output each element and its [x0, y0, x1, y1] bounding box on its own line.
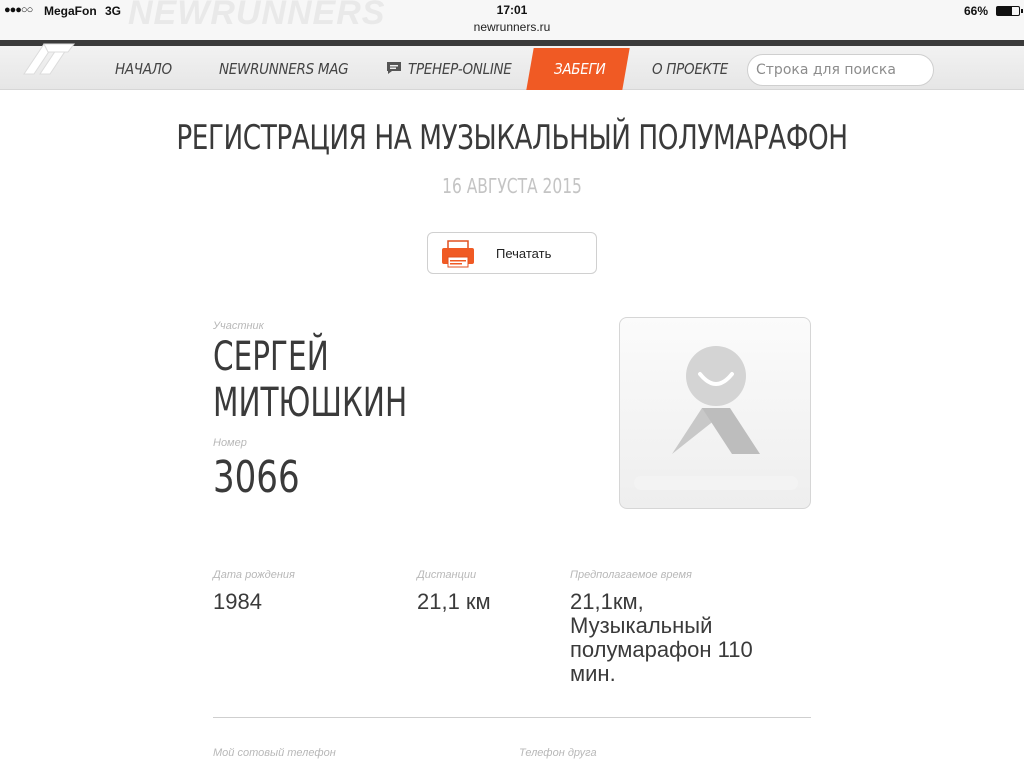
expected-time-line: Музыкальный	[570, 613, 713, 638]
nav-item-races[interactable]: Забеги	[554, 46, 606, 90]
chat-bubble-icon	[387, 61, 401, 74]
newrunners-logo-icon[interactable]	[18, 38, 78, 78]
bib-number: 3066	[213, 452, 300, 503]
print-button[interactable]: Печатать	[427, 232, 597, 274]
nav-item-newrunners-mag[interactable]: Newrunners mag	[219, 46, 349, 90]
nav-item-home[interactable]: Начало	[115, 46, 172, 90]
battery-icon	[996, 6, 1023, 16]
section-divider	[213, 717, 811, 718]
birth-date-label: Дата рождения	[213, 569, 295, 581]
expected-time-line: 21,1км,	[570, 589, 644, 614]
expected-time-label: Предполагаемое время	[570, 569, 692, 581]
printer-icon	[442, 240, 474, 268]
friend-phone-label: Телефон друга	[519, 747, 597, 759]
my-phone-label: Мой сотовый телефон	[213, 747, 336, 759]
avatar	[619, 317, 811, 509]
expected-time-value: 21,1км, Музыкальный полумарафон 110 мин.	[570, 590, 810, 686]
page-title: РЕГИСТРАЦИЯ НА МУЗЫКАЛЬНЫЙ ПОЛУМАРАФОН	[176, 118, 848, 158]
address-bar-url[interactable]: newrunners.ru	[0, 20, 1024, 34]
event-date: 16 АВГУСТА 2015	[442, 174, 582, 198]
expected-time-line: мин.	[570, 661, 616, 686]
avatar-placeholder-icon	[634, 346, 798, 490]
distance-label: Дистанции	[417, 569, 477, 581]
clock: 17:01	[496, 3, 528, 17]
nav-item-coach-online[interactable]: Тренер-online	[386, 46, 512, 90]
status-bar: NEWRUNNERS ●●●○○ MegaFon 3G 17:01 newrun…	[0, 0, 1024, 40]
nav-item-about[interactable]: О проекте	[652, 46, 728, 90]
participant-first-name: Сергей	[213, 334, 329, 380]
battery-percentage: 66%	[964, 4, 989, 18]
main-navigation: Начало Newrunners mag Тренер-online Забе…	[0, 43, 1024, 90]
battery-fill	[997, 7, 1012, 15]
print-button-label: Печатать	[496, 246, 552, 261]
participant-last-name: Митюшкин	[213, 380, 408, 426]
birth-date-value: 1984	[213, 589, 262, 614]
participant-name: Сергей Митюшкин	[213, 334, 475, 426]
search-input[interactable]	[747, 54, 934, 86]
nav-item-coach-online-label: Тренер-online	[408, 60, 512, 78]
participant-label: Участник	[213, 320, 264, 332]
number-label: Номер	[213, 437, 247, 449]
expected-time-line: полумарафон 110	[570, 637, 753, 662]
distance-value: 21,1 км	[417, 589, 491, 614]
